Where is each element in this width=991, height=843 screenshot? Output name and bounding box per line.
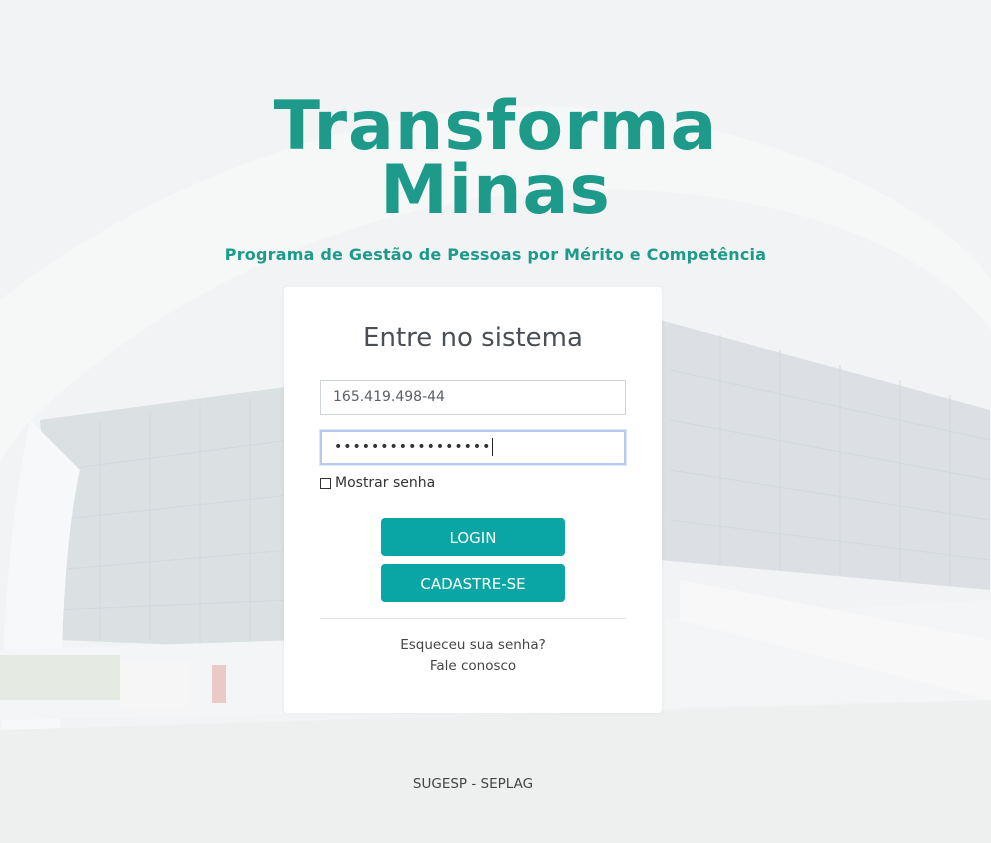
brand-subtitle: Programa de Gestão de Pessoas por Mérito… — [224, 245, 767, 264]
login-page: Transforma Minas Programa de Gestão de P… — [0, 0, 991, 843]
login-title: Entre no sistema — [363, 323, 583, 353]
show-password-checkbox[interactable] — [320, 477, 331, 489]
password-mask: ••••••••••••••••• — [334, 439, 492, 455]
contact-link[interactable]: Fale conosco — [284, 658, 662, 674]
username-input[interactable]: 165.419.498-44 — [320, 380, 626, 415]
footer-text: SUGESP - SEPLAG — [412, 776, 534, 792]
brand-header: Transforma Minas Programa de Gestão de P… — [0, 87, 991, 265]
login-button[interactable]: LOGIN — [381, 518, 565, 556]
password-input[interactable]: ••••••••••••••••• — [320, 430, 626, 465]
login-card: Entre no sistema 165.419.498-44 ••••••••… — [284, 287, 662, 713]
brand-title-line2: Minas — [380, 151, 611, 230]
divider — [320, 618, 626, 619]
show-password-label: Mostrar senha — [335, 475, 436, 491]
text-caret — [492, 438, 494, 456]
brand-title: Transforma Minas — [0, 87, 991, 230]
forgot-password-link[interactable]: Esqueceu sua senha? — [284, 637, 662, 653]
signup-button[interactable]: CADASTRE-SE — [381, 564, 565, 602]
brand-title-line1: Transforma — [273, 87, 718, 166]
show-password-toggle[interactable]: Mostrar senha — [320, 475, 435, 491]
